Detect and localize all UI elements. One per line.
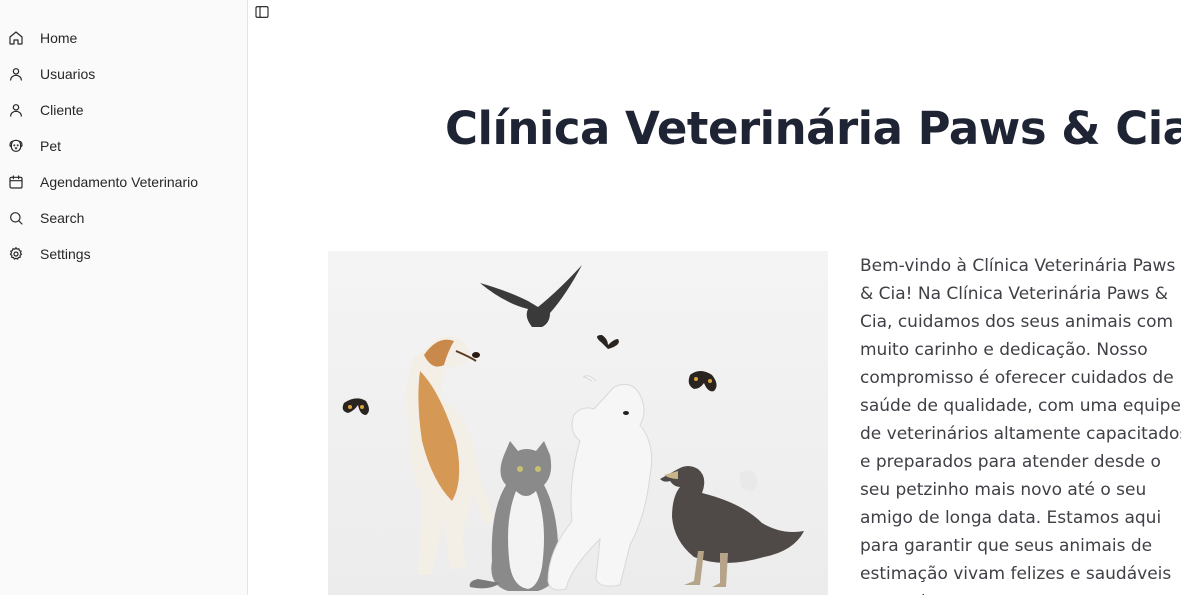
sidebar-item-label: Usuarios — [40, 66, 96, 82]
sidebar-item-usuarios[interactable]: Usuarios — [0, 56, 247, 92]
page-title: Clínica Veterinária Paws & Cia — [445, 102, 1181, 155]
user-icon — [8, 66, 24, 82]
user-icon — [8, 102, 24, 118]
main-content: Clínica Veterinária Paws & Cia Bem-vindo… — [248, 0, 1181, 595]
pets-illustration — [342, 265, 804, 591]
sidebar-item-label: Search — [40, 210, 85, 226]
sidebar-toggle-button[interactable] — [254, 4, 270, 20]
gear-icon — [8, 246, 24, 262]
pets-group-image — [328, 251, 828, 595]
sidebar-item-search[interactable]: Search — [0, 200, 247, 236]
calendar-icon — [8, 174, 24, 190]
intro-text: Bem-vindo à Clínica Veterinária Paws & C… — [860, 256, 1181, 595]
sidebar-nav: Home Usuarios Cliente Pet Agendamento Ve… — [0, 20, 247, 272]
search-icon — [8, 210, 24, 226]
sidebar-toggle-icon — [254, 6, 270, 24]
sidebar-item-label: Settings — [40, 246, 91, 262]
dog-icon — [8, 138, 24, 154]
sidebar-item-label: Cliente — [40, 102, 84, 118]
sidebar-item-settings[interactable]: Settings — [0, 236, 247, 272]
sidebar: Home Usuarios Cliente Pet Agendamento Ve… — [0, 0, 248, 595]
sidebar-item-cliente[interactable]: Cliente — [0, 92, 247, 128]
home-icon — [8, 30, 24, 46]
sidebar-item-home[interactable]: Home — [0, 20, 247, 56]
sidebar-item-label: Agendamento Veterinario — [40, 174, 198, 190]
sidebar-item-label: Pet — [40, 138, 62, 154]
sidebar-item-pet[interactable]: Pet — [0, 128, 247, 164]
sidebar-item-agendamento[interactable]: Agendamento Veterinario — [0, 164, 247, 200]
sidebar-item-label: Home — [40, 30, 78, 46]
